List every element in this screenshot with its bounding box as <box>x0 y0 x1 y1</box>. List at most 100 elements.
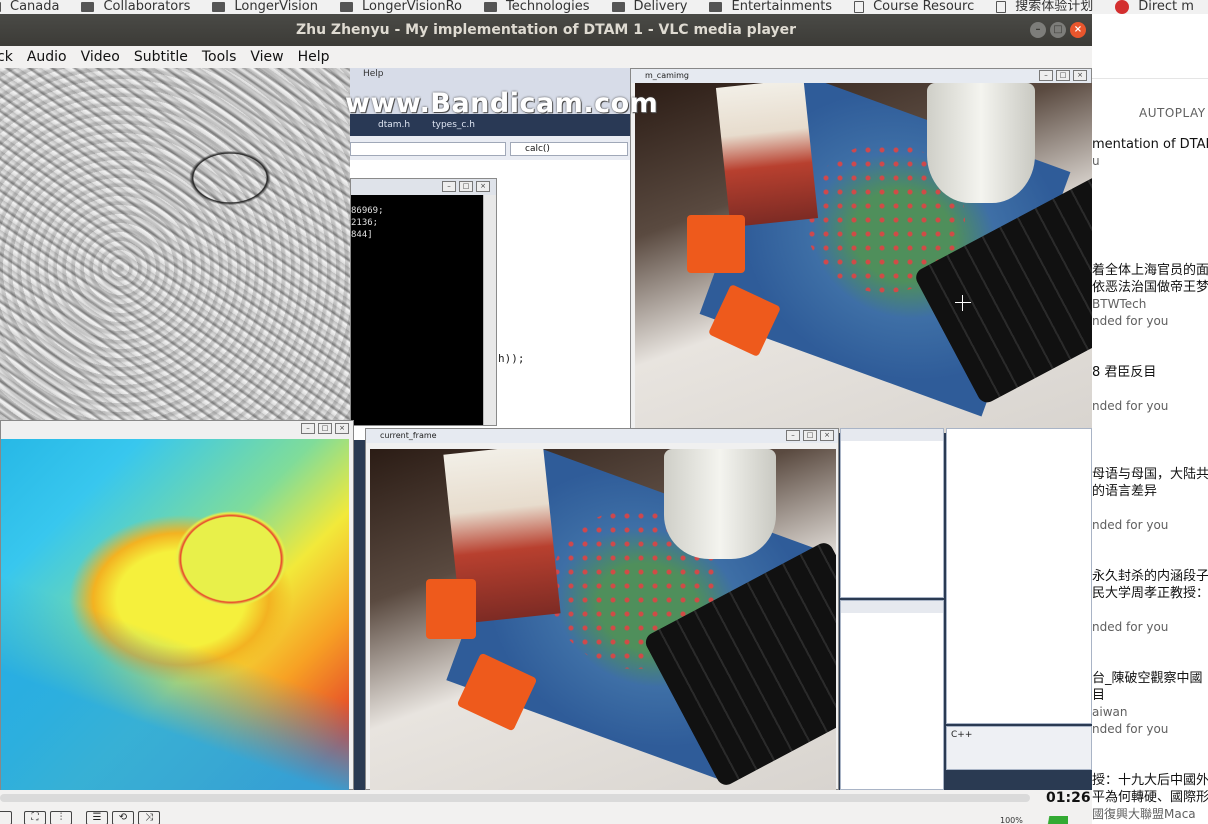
maximize-icon: □ <box>318 423 332 434</box>
menu-audio[interactable]: Audio <box>27 49 67 65</box>
folder-icon <box>709 2 723 12</box>
menu-tools[interactable]: Tools <box>202 49 237 65</box>
red-logo-icon <box>1115 0 1130 14</box>
video-channel: 國復興大聯盟Maca <box>1092 807 1196 821</box>
bookmark-entertainments[interactable]: Entertainments <box>709 0 832 14</box>
ide-panel <box>840 428 944 598</box>
close-icon: × <box>1073 70 1087 81</box>
video-title: 台_陳破空觀察中國 <box>1092 671 1203 686</box>
video-channel: aiwan <box>1092 705 1128 719</box>
console-output: 86969; 2136; 844] <box>351 195 483 425</box>
crosshair-cursor <box>955 295 971 311</box>
playback-controls: 01:26 ⛶ ⫶ ☰ ⟲ ⤨ 100% <box>0 790 1092 824</box>
menu-video[interactable]: Video <box>81 49 120 65</box>
close-icon[interactable]: × <box>1070 22 1086 38</box>
stop-icon[interactable] <box>0 811 12 824</box>
elapsed-time: 01:26 <box>1046 790 1091 806</box>
ide-help-menu: Help <box>363 69 384 79</box>
bookmark-collaborators[interactable]: Collaborators <box>81 0 190 14</box>
recommended-video[interactable]: mentation of DTAM u <box>1092 136 1208 170</box>
playlist-icon[interactable]: ☰ <box>86 811 108 824</box>
ide-panel <box>840 600 944 790</box>
autoplay-label: AUTOPLAY <box>1139 106 1206 120</box>
minimize-icon[interactable]: – <box>1030 22 1046 38</box>
bookmark-course-resources[interactable]: Course Resourc <box>854 0 974 14</box>
video-title: 永久封杀的内涵段子 <box>1092 569 1208 584</box>
minimize-icon: – <box>442 181 456 192</box>
cam-image-window: m_camimg – □ × <box>630 68 1092 433</box>
console-line: 844] <box>351 230 373 240</box>
maximize-icon[interactable]: □ <box>1050 22 1066 38</box>
console-scrollbar <box>483 195 496 425</box>
minimize-icon: – <box>1039 70 1053 81</box>
embossed-grayscale-frame <box>0 68 350 420</box>
juice-carton <box>715 83 819 228</box>
recommended-video[interactable]: 着全体上海官员的面 依恶法治国做帝王梦 BTWTech nded for you <box>1092 262 1208 330</box>
console-window: – □ × 86969; 2136; 844] <box>350 178 497 426</box>
video-title-line2: 民大学周孝正教授： <box>1092 586 1208 601</box>
bookmark-longervision[interactable]: LongerVision <box>212 0 318 14</box>
divider <box>1092 78 1208 79</box>
bookmarks-bar: Canada Collaborators LongerVision Longer… <box>0 0 1208 14</box>
camera-image <box>635 83 1092 433</box>
video-meta: u <box>1092 154 1100 168</box>
recommended-video[interactable]: 台_陳破空觀察中國 目 aiwan nded for you <box>1092 670 1208 738</box>
volume-label: 100% <box>1000 816 1023 824</box>
seek-bar[interactable] <box>0 794 1030 802</box>
recommended-video[interactable]: 8 君臣反目 nded for you <box>1092 364 1208 415</box>
orange-block <box>687 215 745 273</box>
bookmark-delivery[interactable]: Delivery <box>611 0 687 14</box>
extended-settings-icon[interactable]: ⫶ <box>50 811 72 824</box>
bookmark-search-experience[interactable]: 搜索体验计划 <box>996 0 1093 14</box>
video-meta: nded for you <box>1092 722 1169 736</box>
window-titlebar[interactable]: Zhu Zhenyu - My implementation of DTAM 1… <box>0 14 1092 46</box>
video-title: mentation of DTAM <box>1092 137 1208 152</box>
depth-map-window: – □ × <box>0 420 354 790</box>
current-frame-image <box>370 449 836 790</box>
recommended-video[interactable]: 授：十九大后中國外 平為何轉硬、國際形 國復興大聯盟Maca <box>1092 772 1208 823</box>
console-line: 2136; <box>351 218 379 228</box>
video-title: 授：十九大后中國外 <box>1092 773 1208 788</box>
bookmark-longervisionro[interactable]: LongerVisionRo <box>339 0 462 14</box>
video-canvas[interactable]: Help dtam.h types_c.h calc() h)); – □ × <box>0 68 1092 790</box>
recommended-video[interactable]: 母语与母国，大陆共 的语言差异 nded for you <box>1092 466 1208 534</box>
minimize-icon: – <box>301 423 315 434</box>
menu-subtitle[interactable]: Subtitle <box>134 49 188 65</box>
folder-icon <box>611 2 625 12</box>
video-meta: nded for you <box>1092 518 1169 532</box>
video-title: 母语与母国，大陆共 <box>1092 467 1208 482</box>
folder-icon <box>212 2 226 12</box>
folder-icon <box>484 2 497 12</box>
fullscreen-icon[interactable]: ⛶ <box>24 811 46 824</box>
menu-playback[interactable]: ck <box>0 49 13 65</box>
document-icon <box>854 1 865 13</box>
window-controls: – □ × <box>1030 22 1086 38</box>
scope-combo <box>350 142 506 156</box>
recommendations-sidebar: AUTOPLAY mentation of DTAM u 着全体上海官员的面 依… <box>1092 14 1208 824</box>
console-line: 86969; <box>351 206 384 216</box>
bookmark-technologies[interactable]: Technologies <box>484 0 590 14</box>
frame-window-controls: – □ × <box>786 430 834 441</box>
maximize-icon: □ <box>1056 70 1070 81</box>
volume-slider[interactable] <box>1030 816 1068 824</box>
video-title-line2: 平為何轉硬、國際形 <box>1092 790 1208 805</box>
loop-icon[interactable]: ⟲ <box>112 811 134 824</box>
maximize-icon: □ <box>803 430 817 441</box>
shuffle-icon[interactable]: ⤨ <box>138 811 160 824</box>
video-title: 8 君臣反目 <box>1092 365 1157 380</box>
bookmark-canada[interactable]: Canada <box>0 0 59 14</box>
function-combo: calc() <box>510 142 628 156</box>
close-icon: × <box>476 181 490 192</box>
menu-help[interactable]: Help <box>298 49 330 65</box>
current-frame-window: current_frame – □ × <box>365 428 839 790</box>
ide-panel: C++ <box>946 726 1092 770</box>
recommended-video[interactable]: 永久封杀的内涵段子 民大学周孝正教授： nded for you <box>1092 568 1208 636</box>
video-title-line2: 目 <box>1092 688 1106 703</box>
watermark: www.Bandicam.com <box>345 88 659 119</box>
menu-view[interactable]: View <box>250 49 283 65</box>
video-meta: nded for you <box>1092 399 1169 413</box>
bookmark-direct[interactable]: Direct m <box>1115 0 1194 14</box>
close-icon: × <box>335 423 349 434</box>
ide-panel <box>946 428 1092 724</box>
code-line: h)); <box>498 352 525 365</box>
